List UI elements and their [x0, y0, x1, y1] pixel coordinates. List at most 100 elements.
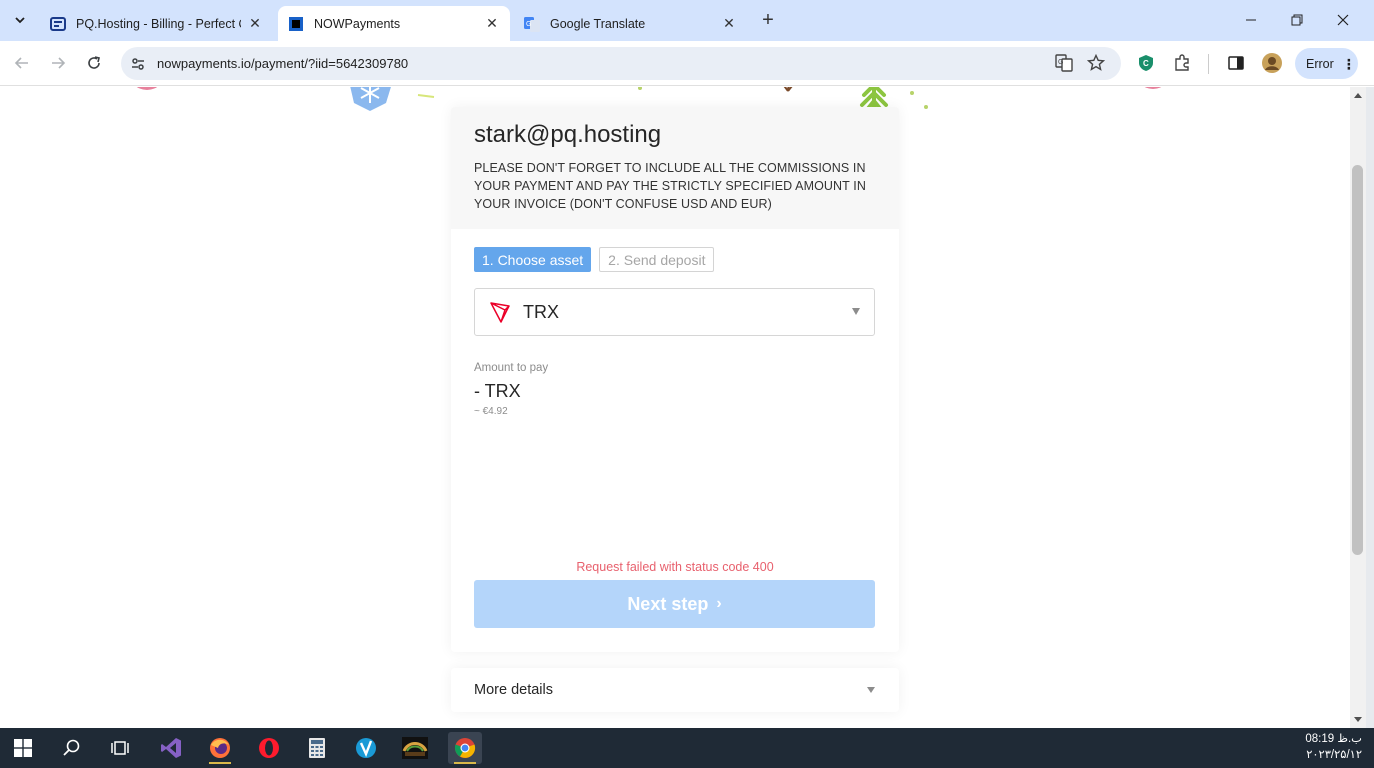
google-translate-favicon-icon: G [524, 16, 540, 32]
tab-title: PQ.Hosting - Billing - Perfect Q [76, 16, 241, 31]
minimize-icon [1246, 19, 1256, 21]
extensions-button[interactable] [1170, 51, 1194, 75]
tab-nowpayments[interactable]: NOWPayments ✕ [278, 6, 510, 41]
task-view-icon [111, 741, 129, 755]
invoice-header: stark@pq.hosting PLEASE DON'T FORGET TO … [451, 107, 899, 229]
amount-value: - TRX [474, 381, 521, 401]
scroll-up-icon[interactable] [1354, 93, 1362, 98]
shield-extension-button[interactable]: C [1134, 51, 1158, 75]
tab-search-button[interactable] [8, 8, 32, 32]
chevron-right-icon: › [716, 595, 722, 612]
next-step-label: Next step [627, 593, 709, 614]
calculator-app[interactable] [300, 732, 334, 764]
tron-coin-icon [490, 302, 510, 323]
visual-studio-app[interactable] [154, 732, 188, 764]
alpari-icon [402, 737, 428, 759]
bookmark-button[interactable] [1084, 51, 1108, 75]
windows-taskbar: 08:19 ب.ظ ۲۰۲۳/۲۵/۱۲ [0, 728, 1374, 768]
scrollbar-thumb[interactable] [1352, 165, 1363, 555]
reload-icon [88, 56, 100, 69]
shield-extension-icon: C [1139, 55, 1153, 71]
alpari-app[interactable] [398, 732, 432, 764]
opera-app[interactable] [252, 732, 286, 764]
search-button[interactable] [55, 732, 89, 764]
chevron-down-icon [15, 17, 25, 24]
payment-notice: PLEASE DON'T FORGET TO INCLUDE ALL THE C… [474, 161, 866, 211]
page-scrollbar[interactable] [1350, 87, 1366, 728]
translate-button[interactable]: G [1052, 51, 1076, 75]
amount-fiat: ~ €4.92 [474, 406, 508, 417]
profile-error-label: Error [1306, 56, 1334, 71]
extensions-puzzle-icon [1175, 54, 1189, 71]
forward-button[interactable] [45, 50, 71, 76]
dropdown-caret-icon [852, 308, 860, 315]
clock-time: 08:19 ب.ظ [1305, 733, 1362, 745]
profile-error-button[interactable]: Error ⋮ [1295, 48, 1358, 79]
tab-title: NOWPayments [314, 16, 401, 31]
back-icon [14, 57, 28, 69]
translate-icon: G [1055, 54, 1073, 72]
page-viewport: stark@pq.hosting PLEASE DON'T FORGET TO … [0, 87, 1366, 728]
browser-toolbar: nowpayments.io/payment/?iid=5642309780 G… [0, 41, 1374, 86]
pq-hosting-favicon-icon [50, 16, 66, 31]
selected-asset: TRX [523, 301, 559, 322]
step-send-deposit[interactable]: 2. Send deposit [599, 247, 715, 272]
search-icon [63, 739, 80, 756]
error-message: Request failed with status code 400 [576, 560, 774, 574]
chrome-app[interactable] [448, 732, 482, 764]
site-info-button[interactable] [123, 49, 153, 79]
restore-icon [1291, 14, 1303, 26]
address-bar[interactable]: nowpayments.io/payment/?iid=5642309780 [121, 47, 1121, 80]
system-clock[interactable]: 08:19 ب.ظ ۲۰۲۳/۲۵/۱۲ [1305, 731, 1362, 763]
side-panel-icon [1228, 56, 1244, 70]
bookmark-star-icon [1087, 54, 1105, 71]
clock-date: ۲۰۲۳/۲۵/۱۲ [1306, 749, 1362, 761]
url-text[interactable]: nowpayments.io/payment/?iid=5642309780 [157, 56, 408, 71]
more-menu-icon[interactable]: ⋮ [1342, 57, 1356, 71]
chevron-down-icon [867, 687, 875, 693]
firefox-app[interactable] [203, 732, 237, 764]
svg-text:G: G [1058, 59, 1063, 66]
back-button[interactable] [9, 50, 35, 76]
scroll-down-icon[interactable] [1354, 717, 1362, 722]
windows-logo-icon [14, 739, 32, 757]
close-tab-icon[interactable]: ✕ [247, 15, 263, 32]
v-app-icon [356, 738, 376, 758]
payment-card: stark@pq.hosting PLEASE DON'T FORGET TO … [451, 107, 899, 652]
nowpayments-favicon-icon [289, 16, 303, 31]
tab-title: Google Translate [550, 16, 646, 31]
reload-button[interactable] [81, 50, 107, 76]
minimize-button[interactable] [1228, 0, 1274, 40]
veeam-app[interactable] [349, 732, 383, 764]
merchant-email: stark@pq.hosting [474, 121, 662, 148]
toolbar-divider [1208, 54, 1209, 74]
window-edge [1366, 87, 1374, 728]
close-icon [1337, 14, 1349, 26]
amount-label: Amount to pay [474, 362, 549, 374]
close-tab-icon[interactable]: ✕ [721, 15, 737, 32]
task-view-button[interactable] [103, 732, 137, 764]
step-choose-asset[interactable]: 1. Choose asset [474, 247, 592, 272]
tab-pq-hosting[interactable]: PQ.Hosting - Billing - Perfect Q ✕ [40, 6, 273, 41]
svg-text:C: C [1143, 59, 1149, 68]
profile-avatar [1262, 53, 1282, 73]
chrome-icon [454, 738, 476, 758]
start-button[interactable] [6, 732, 40, 764]
step-indicator: 1. Choose asset 2. Send deposit [474, 247, 715, 272]
more-details-accordion[interactable]: More details [451, 668, 899, 712]
tab-google-translate[interactable]: G Google Translate ✕ [514, 6, 747, 41]
firefox-icon [210, 738, 230, 758]
side-panel-button[interactable] [1224, 51, 1248, 75]
snowflake-star-icon [350, 87, 391, 111]
next-step-button[interactable]: Next step › [474, 580, 875, 628]
asset-select[interactable]: TRX [474, 288, 875, 336]
festive-ornament-icon [1144, 87, 1162, 89]
profile-button[interactable] [1260, 51, 1284, 75]
close-window-button[interactable] [1320, 0, 1366, 40]
forward-icon [52, 57, 66, 69]
svg-text:G: G [526, 21, 531, 28]
new-tab-button[interactable]: + [757, 9, 779, 31]
restore-button[interactable] [1274, 0, 1320, 40]
visual-studio-icon [161, 738, 181, 758]
close-tab-icon[interactable]: ✕ [484, 15, 500, 32]
